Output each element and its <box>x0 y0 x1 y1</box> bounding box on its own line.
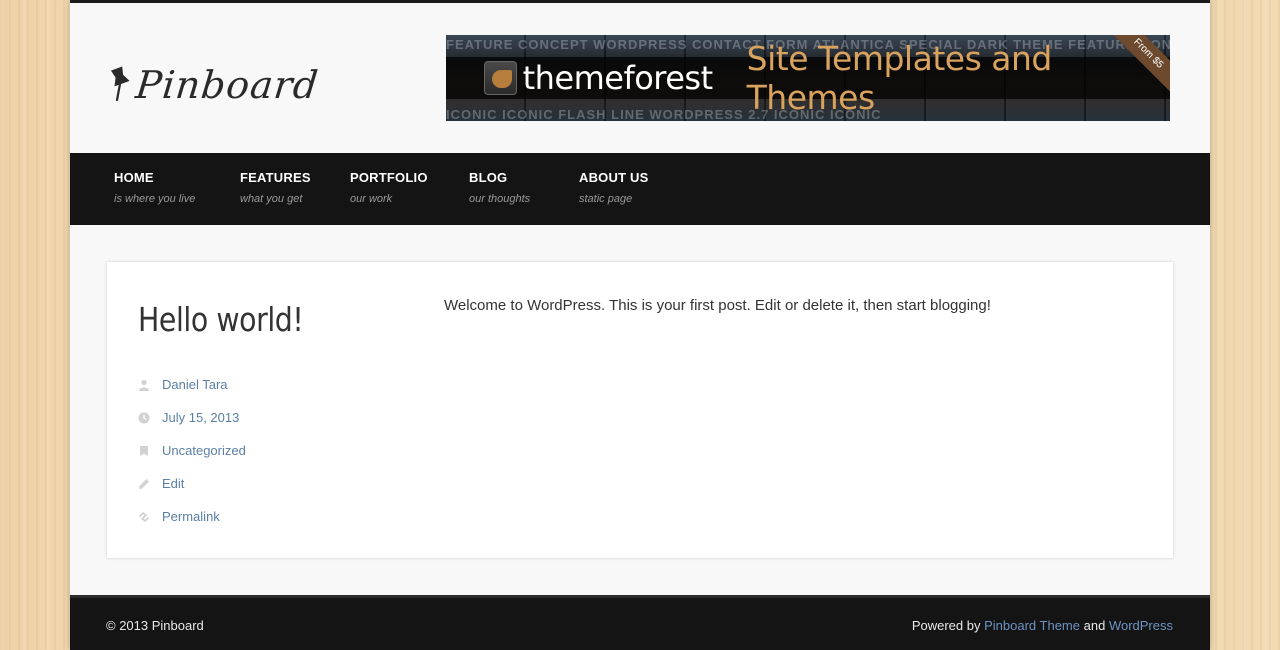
meta-date: July 15, 2013 <box>138 401 246 434</box>
main-navigation: HOME is where you live FEATURES what you… <box>70 153 1210 225</box>
pencil-icon <box>139 478 149 489</box>
nav-subtitle: is where you live <box>114 193 196 205</box>
nav-subtitle: our work <box>350 193 393 205</box>
link-icon <box>139 511 149 522</box>
post-title[interactable]: Hello world! <box>138 300 304 339</box>
date-link[interactable]: July 15, 2013 <box>162 410 239 425</box>
pinboard-theme-link[interactable]: Pinboard Theme <box>984 618 1080 633</box>
nav-subtitle: what you get <box>240 193 303 205</box>
nav-item-portfolio[interactable]: PORTFOLIO our work <box>350 170 428 205</box>
banner-strip: themeforest Site Templates and Themes <box>446 39 1170 117</box>
powered-and: and <box>1083 618 1106 633</box>
wordpress-link[interactable]: WordPress <box>1109 618 1173 633</box>
nav-item-blog[interactable]: BLOG our thoughts <box>469 170 530 205</box>
page-container: Pinboard FEATURE CONCEPT WORDPRESS CONTA… <box>70 0 1210 650</box>
site-header: Pinboard FEATURE CONCEPT WORDPRESS CONTA… <box>70 3 1210 153</box>
powered-by: Powered by Pinboard Theme and WordPress <box>912 618 1173 633</box>
post-meta: Daniel Tara July 15, 2013 Uncategorized <box>138 368 246 533</box>
meta-category: Uncategorized <box>138 434 246 467</box>
copyright-text: © 2013 Pinboard <box>106 618 204 633</box>
category-link[interactable]: Uncategorized <box>162 443 246 458</box>
nav-label: BLOG <box>469 170 508 185</box>
meta-permalink: Permalink <box>138 500 246 533</box>
nav-label: FEATURES <box>240 170 311 185</box>
site-footer: © 2013 Pinboard Powered by Pinboard Them… <box>70 595 1210 650</box>
clock-icon <box>138 412 150 423</box>
meta-edit: Edit <box>138 467 246 500</box>
logo-text: Pinboard <box>133 63 321 107</box>
meta-author: Daniel Tara <box>138 368 246 401</box>
nav-subtitle: static page <box>579 193 633 205</box>
themeforest-banner-ad[interactable]: FEATURE CONCEPT WORDPRESS CONTACT FORM A… <box>446 35 1170 121</box>
nav-label: ABOUT US <box>579 170 649 185</box>
author-link[interactable]: Daniel Tara <box>162 377 228 392</box>
banner-brand: themeforest <box>522 59 714 97</box>
user-icon <box>139 379 149 391</box>
themeforest-logo-icon <box>484 61 517 95</box>
permalink-link[interactable]: Permalink <box>162 509 220 524</box>
nav-item-home[interactable]: HOME is where you live <box>114 170 195 205</box>
post-card: Hello world! Daniel Tara July 15, 2013 U… <box>107 262 1173 558</box>
pushpin-icon <box>110 66 130 102</box>
nav-item-features[interactable]: FEATURES what you get <box>240 170 311 205</box>
nav-label: HOME <box>114 170 154 185</box>
edit-link[interactable]: Edit <box>162 476 184 491</box>
banner-tagline: Site Templates and Themes <box>746 39 1053 117</box>
banner-tiles-bottom: ICONIC ICONIC FLASH LINE WORDPRESS 2.7 I… <box>446 107 882 121</box>
nav-label: PORTFOLIO <box>350 170 428 185</box>
nav-subtitle: our thoughts <box>469 193 531 205</box>
powered-prefix: Powered by <box>911 618 981 633</box>
folder-icon <box>140 445 148 456</box>
nav-item-about-us[interactable]: ABOUT US static page <box>579 170 649 205</box>
site-logo[interactable]: Pinboard <box>108 61 321 109</box>
post-body: Welcome to WordPress. This is your first… <box>444 297 991 314</box>
